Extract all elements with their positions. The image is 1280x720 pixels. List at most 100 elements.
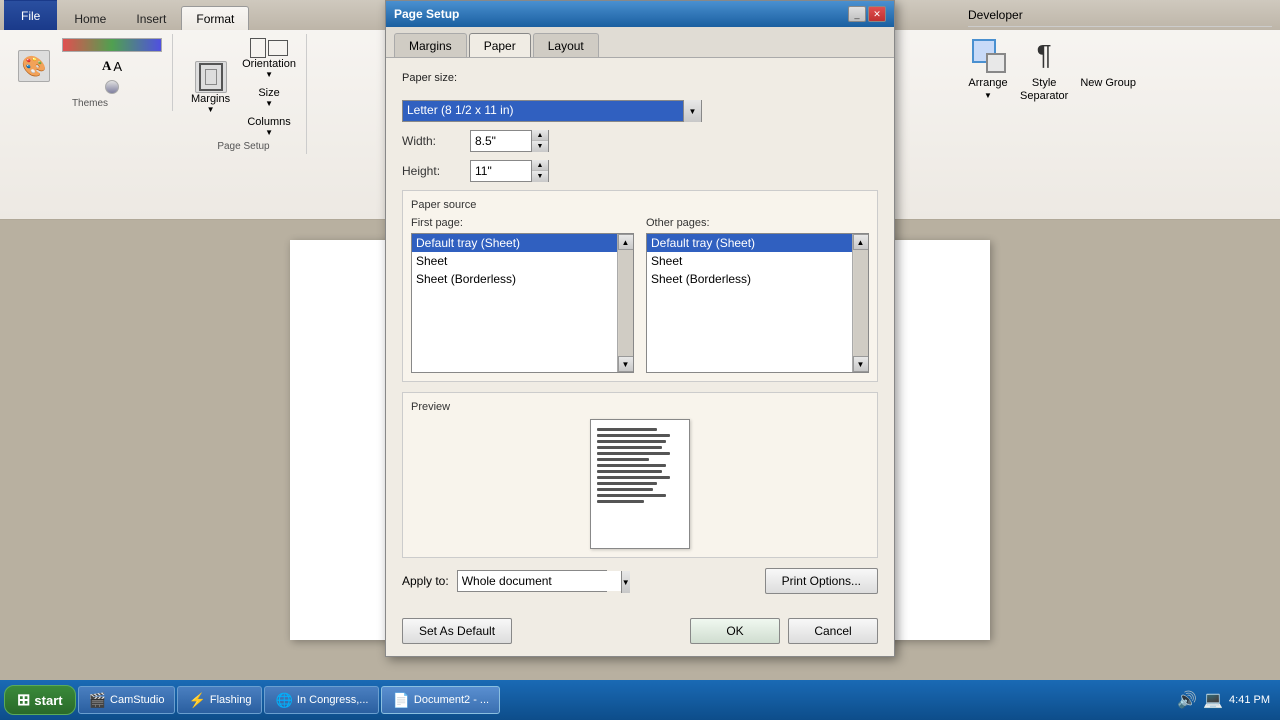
preview-line [597,488,653,491]
style-separator-button[interactable]: ¶ StyleSeparator [1020,35,1068,103]
width-increment-button[interactable]: ▲ [532,130,548,141]
tab-file[interactable]: File [4,0,57,30]
preview-label: Preview [411,401,869,413]
height-increment-button[interactable]: ▲ [532,160,548,171]
page-setup-label: Page Setup [217,141,269,152]
preview-line [597,446,662,449]
new-group-icon [1088,35,1128,75]
first-page-scrollbar[interactable]: ▲ ▼ [617,234,633,372]
preview-line [597,470,662,473]
page-setup-dialog: Page Setup _ ✕ Margins Paper Layout Pape… [385,0,895,657]
source-columns: First page: Default tray (Sheet) Sheet S… [411,217,869,373]
preview-line [597,482,657,485]
first-page-label: First page: [411,217,634,229]
developer-label: Developer [968,0,1272,27]
themes-items: 🎨 AA [14,36,166,96]
height-decrement-button[interactable]: ▼ [532,171,548,182]
orientation-button[interactable]: Orientation ▼ [238,36,300,81]
theme-colors-button[interactable] [58,36,166,54]
first-page-col: First page: Default tray (Sheet) Sheet S… [411,217,634,373]
themes-label: Themes [72,98,108,109]
preview-paper [590,419,690,549]
taskbar-camstudio[interactable]: 🎬 CamStudio [78,686,176,714]
tab-layout[interactable]: Layout [533,33,599,57]
themes-icon: 🎨 [18,50,50,82]
arrange-button[interactable]: Arrange ▼ [968,35,1008,100]
new-group-button[interactable]: New Group [1080,35,1136,89]
height-label: Height: [402,164,462,178]
first-page-list[interactable]: Default tray (Sheet) Sheet Sheet (Border… [411,233,634,373]
preview-line [597,434,670,437]
preview-line [597,476,670,479]
list-item[interactable]: Sheet [412,252,617,270]
width-spinner[interactable]: ▲ ▼ [470,130,549,152]
apply-to-dropdown-button[interactable]: ▼ [621,571,630,593]
dialog-tab-bar: Margins Paper Layout [386,27,894,58]
cancel-button[interactable]: Cancel [788,618,878,644]
dialog-title: Page Setup [394,7,459,21]
width-field[interactable] [471,131,531,151]
paper-source-label: Paper source [411,199,869,211]
arrange-icon [968,35,1008,75]
list-item[interactable]: Default tray (Sheet) [647,234,852,252]
height-spinner-buttons: ▲ ▼ [531,160,548,182]
paper-source-section: Paper source First page: Default tray (S… [402,190,878,382]
list-item[interactable]: Default tray (Sheet) [412,234,617,252]
dialog-titlebar: Page Setup _ ✕ [386,1,894,27]
tab-format[interactable]: Format [181,6,249,30]
paper-size-combo-row: Letter (8 1/2 x 11 in) ▼ [402,100,878,122]
taskbar-flashing[interactable]: ⚡ Flashing [177,686,262,714]
margins-button[interactable]: Margins ▼ [187,59,234,116]
height-field[interactable] [471,161,531,181]
height-spinner[interactable]: ▲ ▼ [470,160,549,182]
list-scroll-down[interactable]: ▼ [853,356,869,372]
system-time: 4:41 PM [1229,694,1270,706]
height-row: Height: ▲ ▼ [402,160,878,182]
taskbar-word[interactable]: 📄 Document2 - ... [381,686,500,714]
themes-button[interactable]: 🎨 [14,48,54,84]
other-pages-scrollbar[interactable]: ▲ ▼ [852,234,868,372]
preview-line [597,500,644,503]
list-item[interactable]: Sheet (Borderless) [647,270,852,288]
list-scroll-up[interactable]: ▲ [618,234,634,250]
tab-paper[interactable]: Paper [469,33,531,57]
start-button[interactable]: ⊞ start [4,685,76,715]
taskbar-browser[interactable]: 🌐 In Congress,... [264,686,379,714]
list-item[interactable]: Sheet (Borderless) [412,270,617,288]
tab-margins[interactable]: Margins [394,33,467,57]
columns-button[interactable]: Columns ▼ [238,114,300,139]
paper-size-dropdown-button[interactable]: ▼ [683,100,701,122]
margins-icon [195,61,227,93]
taskbar-right: 🔊 💻 4:41 PM [1177,690,1276,710]
apply-to-field[interactable] [458,571,621,591]
list-item[interactable]: Sheet [647,252,852,270]
ok-button[interactable]: OK [690,618,780,644]
preview-line [597,464,666,467]
width-decrement-button[interactable]: ▼ [532,141,548,152]
theme-effects-button[interactable] [58,78,166,96]
tab-home[interactable]: Home [59,6,121,30]
dialog-close-button[interactable]: ✕ [868,6,886,22]
tab-insert[interactable]: Insert [121,6,181,30]
paper-size-combo[interactable]: Letter (8 1/2 x 11 in) ▼ [402,100,702,122]
preview-line [597,458,649,461]
list-scroll-down[interactable]: ▼ [618,356,634,372]
other-pages-col: Other pages: Default tray (Sheet) Sheet … [646,217,869,373]
dialog-minimize-button[interactable]: _ [848,6,866,22]
print-options-button[interactable]: Print Options... [765,568,878,594]
developer-area: Developer Arrange ▼ ¶ St [960,0,1280,220]
list-scroll-up[interactable]: ▲ [853,234,869,250]
preview-line [597,452,670,455]
size-button[interactable]: Size ▼ [238,85,300,110]
apply-to-combo[interactable]: ▼ [457,570,607,592]
width-row: Width: ▲ ▼ [402,130,878,152]
paper-size-section-label: Paper size: [402,72,457,84]
theme-fonts-button[interactable]: AA [58,56,166,76]
ribbon-group-themes: 🎨 AA Themes [8,34,173,111]
other-pages-list[interactable]: Default tray (Sheet) Sheet Sheet (Border… [646,233,869,373]
preview-lines [597,428,683,503]
set-as-default-button[interactable]: Set As Default [402,618,512,644]
taskbar: ⊞ start 🎬 CamStudio ⚡ Flashing 🌐 In Cong… [0,680,1280,720]
paper-size-value[interactable]: Letter (8 1/2 x 11 in) [403,101,683,121]
dialog-body: Paper size: Letter (8 1/2 x 11 in) ▼ Wid… [386,58,894,618]
